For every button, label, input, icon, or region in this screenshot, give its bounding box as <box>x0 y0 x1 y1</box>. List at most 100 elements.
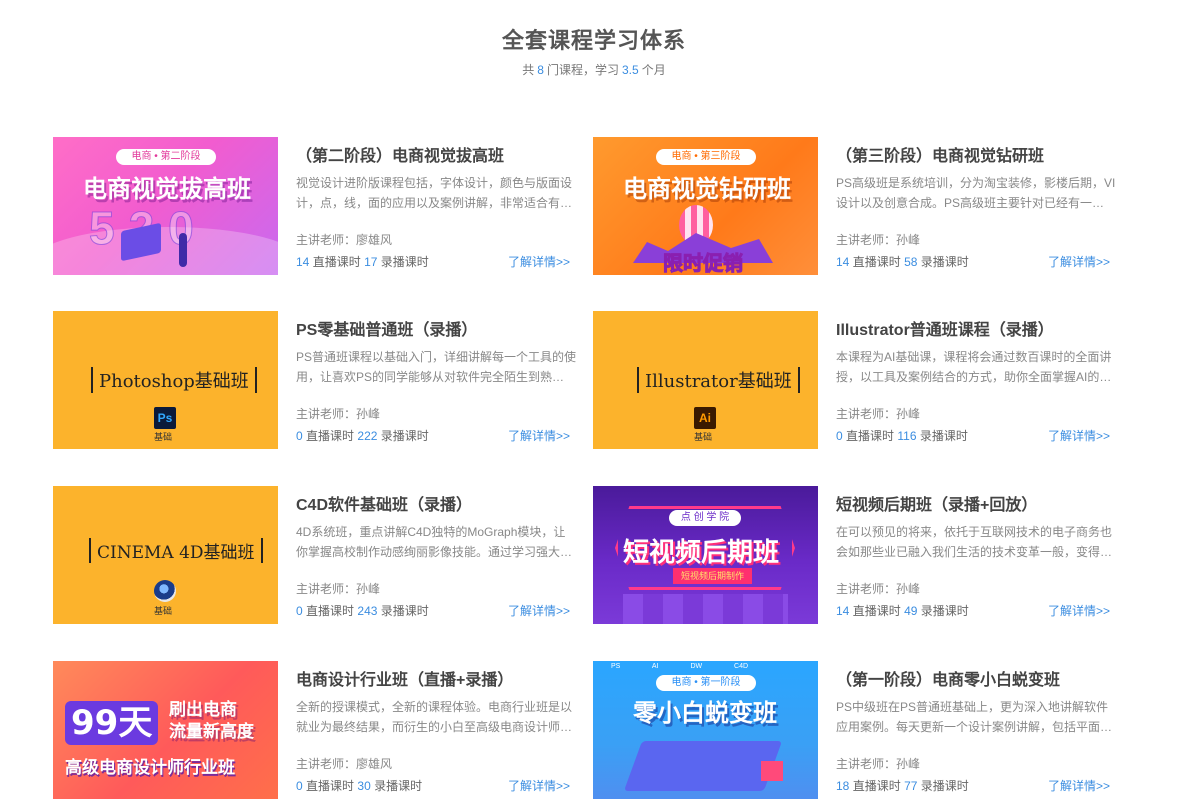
course-stats: 14 直播课时 17 录播课时 <box>296 253 429 270</box>
thumb-sub-label: 基础 <box>154 607 173 617</box>
course-card: 电商 • 第三阶段 电商视觉钻研班 限时促销 （第三阶段）电商视觉钻研班 PS高… <box>593 137 1133 275</box>
course-desc: 全新的授课模式，全新的课程体验。电商行业班是以就业为最终结果，而衍生的小白至高级… <box>296 700 573 734</box>
live-hours: 14 <box>836 255 850 269</box>
details-link[interactable]: 了解详情>> <box>508 602 593 619</box>
details-link[interactable]: 了解详情>> <box>1048 253 1133 270</box>
thumb-serif-title: Photoshop基础班 <box>91 367 257 393</box>
course-stats: 18 直播课时 77 录播课时 <box>836 777 969 794</box>
recorded-hours: 243 <box>357 604 378 618</box>
course-card: PS AI DW C4D 电商 • 第一阶段 零小白蜕变班 （第一阶段）电商零小… <box>593 661 1133 799</box>
thumb-banner-title: 电商视觉钻研班 <box>623 175 791 203</box>
course-card: 99天 刷出电商 流量新高度 高级电商设计师行业班 电商设计行业班（直播+录播）… <box>53 661 593 799</box>
details-link[interactable]: 了解详情>> <box>508 777 593 794</box>
course-teacher: 主讲老师：孙峰 <box>836 580 920 597</box>
course-teacher: 主讲老师：孙峰 <box>296 580 380 597</box>
teacher-name: 廖雄风 <box>356 757 393 771</box>
course-title[interactable]: （第一阶段）电商零小白蜕变班 <box>836 669 1116 693</box>
teacher-name: 廖雄风 <box>356 233 393 247</box>
recorded-label: 录播课时 <box>920 255 969 269</box>
course-title[interactable]: PS零基础普通班（录播） <box>296 319 576 343</box>
course-desc: 视觉设计进阶版课程包括，字体设计，颜色与版面设计，点，线，面的应用以及案例讲解，… <box>296 176 573 210</box>
recorded-hours: 77 <box>904 779 918 793</box>
live-hours: 0 <box>836 429 843 443</box>
teacher-name: 孙峰 <box>896 407 921 421</box>
thumb-big-number: 99天 <box>65 701 159 745</box>
live-label: 直播课时 <box>852 255 901 269</box>
course-stats: 14 直播课时 49 录播课时 <box>836 602 969 619</box>
stage-floor-icon <box>623 594 788 624</box>
photoshop-icon: Ps <box>154 407 176 429</box>
course-desc: PS高级班是系统培训，分为淘宝装修，影楼后期，VI设计以及创意合成。PS高级班主… <box>836 176 1116 210</box>
details-link[interactable]: 了解详情>> <box>508 253 593 270</box>
gift-box-icon <box>761 761 783 781</box>
teacher-prefix: 主讲老师： <box>296 233 357 247</box>
thumb-banner-title: 短视频后期班 <box>623 538 780 568</box>
thumb-serif-title: Illustrator基础班 <box>637 367 800 393</box>
teacher-prefix: 主讲老师： <box>296 582 357 596</box>
live-label: 直播课时 <box>306 429 355 443</box>
course-thumbnail[interactable]: CINEMA 4D基础班 基础 <box>53 486 278 624</box>
person-icon <box>179 233 187 267</box>
course-thumbnail[interactable]: 电商 • 第二阶段 电商视觉拔高班 520 <box>53 137 278 275</box>
course-thumbnail[interactable]: Photoshop基础班 Ps 基础 <box>53 311 278 449</box>
live-hours: 0 <box>296 604 303 618</box>
details-link[interactable]: 了解详情>> <box>1048 427 1133 444</box>
live-label: 直播课时 <box>306 604 355 618</box>
thumb-banner-title: 零小白蜕变班 <box>633 699 777 727</box>
course-teacher: 主讲老师：孙峰 <box>836 755 920 772</box>
details-link[interactable]: 了解详情>> <box>1048 777 1133 794</box>
course-info: PS零基础普通班（录播） PS普通班课程以基础入门，详细讲解每一个工具的使用，让… <box>296 319 576 387</box>
course-desc: 4D系统班，重点讲解C4D独特的MoGraph模块，让你掌握高校制作动感绚丽影像… <box>296 525 573 559</box>
live-hours: 14 <box>836 604 850 618</box>
course-info: 短视频后期班（录播+回放） 在可以预见的将来，依托于互联网技术的电子商务也会如那… <box>836 494 1116 562</box>
live-label: 直播课时 <box>312 255 361 269</box>
course-card: CINEMA 4D基础班 基础 C4D软件基础班（录播） 4D系统班，重点讲解C… <box>53 486 593 624</box>
cinema4d-icon <box>154 580 176 602</box>
illustrator-icon: Ai <box>694 407 716 429</box>
recorded-hours: 49 <box>904 604 918 618</box>
course-teacher: 主讲老师：孙峰 <box>836 405 920 422</box>
live-hours: 18 <box>836 779 850 793</box>
live-hours: 0 <box>296 779 303 793</box>
course-title[interactable]: Illustrator普通班课程（录播） <box>836 319 1116 343</box>
course-thumbnail[interactable]: Illustrator基础班 Ai 基础 <box>593 311 818 449</box>
course-title[interactable]: （第三阶段）电商视觉钻研班 <box>836 145 1116 169</box>
course-thumbnail[interactable]: 点 创 学 院 短视频后期班 短视频后期制作 <box>593 486 818 624</box>
course-info: （第三阶段）电商视觉钻研班 PS高级班是系统培训，分为淘宝装修，影楼后期，VI设… <box>836 145 1116 213</box>
thumb-line-3: 高级电商设计师行业班 <box>65 758 235 778</box>
course-thumbnail[interactable]: 电商 • 第三阶段 电商视觉钻研班 限时促销 <box>593 137 818 275</box>
recorded-hours: 58 <box>904 255 918 269</box>
live-hours: 0 <box>296 429 303 443</box>
course-desc: PS中级班在PS普通班基础上，更为深入地讲解软件应用案例。每天更新一个设计案例讲… <box>836 700 1113 734</box>
course-teacher: 主讲老师：孙峰 <box>296 405 380 422</box>
live-label: 直播课时 <box>852 779 901 793</box>
page-title: 全套课程学习体系 <box>501 28 686 53</box>
teacher-prefix: 主讲老师： <box>296 407 357 421</box>
course-info: 电商设计行业班（直播+录播） 全新的授课模式，全新的课程体验。电商行业班是以就业… <box>296 669 576 737</box>
subtitle-mid: 门课程，学习 <box>546 63 619 77</box>
thumb-sub-label: 基础 <box>154 433 173 443</box>
course-desc: PS普通班课程以基础入门，详细讲解每一个工具的使用，让喜欢PS的同学能够从对软件… <box>296 350 576 384</box>
details-link[interactable]: 了解详情>> <box>1048 602 1133 619</box>
course-title[interactable]: C4D软件基础班（录播） <box>296 494 576 518</box>
course-stats: 0 直播课时 30 录播课时 <box>296 777 422 794</box>
course-desc: 在可以预见的将来，依托于互联网技术的电子商务也会如那些业已融入我们生活的技术变革… <box>836 525 1113 559</box>
details-link[interactable]: 了解详情>> <box>508 427 593 444</box>
course-thumbnail[interactable]: PS AI DW C4D 电商 • 第一阶段 零小白蜕变班 <box>593 661 818 799</box>
thumb-stage-pill: 电商 • 第三阶段 <box>656 149 756 165</box>
subtitle-suffix: 个月 <box>641 63 666 77</box>
recorded-label: 录播课时 <box>920 779 969 793</box>
thumb-school-pill: 点 创 学 院 <box>669 510 741 526</box>
teacher-name: 孙峰 <box>896 233 921 247</box>
course-title[interactable]: 短视频后期班（录播+回放） <box>836 494 1116 518</box>
page-header: 全套课程学习体系 共 8 门课程，学习 3.5 个月 <box>0 26 1188 78</box>
subtitle-prefix: 共 <box>522 63 535 77</box>
recorded-hours: 17 <box>364 255 378 269</box>
thumb-software-tags: PS AI DW C4D <box>611 663 749 670</box>
course-title[interactable]: 电商设计行业班（直播+录播） <box>296 669 576 693</box>
course-stats: 0 直播课时 116 录播课时 <box>836 427 968 444</box>
thumb-line-2: 流量新高度 <box>169 722 254 742</box>
course-title[interactable]: （第二阶段）电商视觉拔高班 <box>296 145 576 169</box>
course-thumbnail[interactable]: 99天 刷出电商 流量新高度 高级电商设计师行业班 <box>53 661 278 799</box>
course-card: 点 创 学 院 短视频后期班 短视频后期制作 短视频后期班（录播+回放） 在可以… <box>593 486 1133 624</box>
